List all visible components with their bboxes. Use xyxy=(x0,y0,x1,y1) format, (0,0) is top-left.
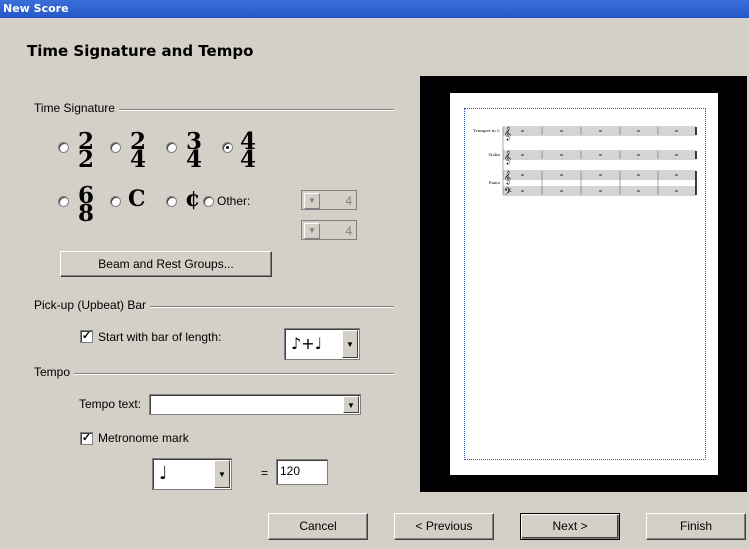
other-bottom-dropdown-icon[interactable]: ▼ xyxy=(304,223,320,239)
other-top-dropdown-icon[interactable]: ▼ xyxy=(304,193,320,209)
radio-3-4[interactable] xyxy=(166,142,177,153)
chevron-down-icon[interactable]: ▼ xyxy=(214,460,230,488)
svg-text:𝄞: 𝄞 xyxy=(504,170,511,184)
svg-text:𝄞: 𝄞 xyxy=(504,126,511,140)
previous-button[interactable]: < Previous xyxy=(394,513,494,540)
timesig-6-8: 68 xyxy=(77,182,94,227)
metronome-mark-label: Metronome mark xyxy=(98,431,189,445)
pickup-length-value: ♪+♩ xyxy=(291,334,323,353)
radio-4-4[interactable] xyxy=(222,142,233,153)
preview-page: 𝄞 𝄞 𝄞 𝄢 Trumpet in C Violin Piano xyxy=(450,93,718,475)
tempo-group-label: Tempo xyxy=(34,365,75,379)
beam-rest-groups-button[interactable]: Beam and Rest Groups... xyxy=(60,251,272,277)
other-top-field[interactable]: ▼ 4 xyxy=(301,190,357,210)
score-preview: 𝄞 𝄞 𝄞 𝄢 Trumpet in C Violin Piano xyxy=(420,76,747,492)
tempo-divider xyxy=(34,373,394,375)
start-with-bar-checkbox[interactable]: ✓ xyxy=(80,330,93,343)
common-time-symbol: C xyxy=(128,186,146,212)
radio-2-4[interactable] xyxy=(110,142,121,153)
pickup-group-label: Pick-up (Upbeat) Bar xyxy=(34,298,151,312)
equals-sign: = xyxy=(261,466,269,480)
timesig-2-2: 22 xyxy=(77,128,94,173)
chevron-down-icon[interactable]: ▼ xyxy=(343,396,359,413)
tempo-text-label: Tempo text: xyxy=(79,397,142,411)
start-with-bar-label: Start with bar of length: xyxy=(98,330,222,344)
cancel-button[interactable]: Cancel xyxy=(268,513,368,540)
radio-2-2[interactable] xyxy=(58,142,69,153)
bpm-input[interactable]: 120 xyxy=(276,459,328,485)
tempo-text-select[interactable]: ▼ xyxy=(149,394,361,415)
window-title: New Score xyxy=(3,2,69,15)
timesig-4-4: 44 xyxy=(239,128,256,173)
svg-text:𝄞: 𝄞 xyxy=(504,150,511,164)
other-bottom-field[interactable]: ▼ 4 xyxy=(301,220,357,240)
time-signature-group-label: Time Signature xyxy=(34,101,119,115)
svg-text:𝄢: 𝄢 xyxy=(504,186,512,200)
chevron-down-icon[interactable]: ▼ xyxy=(342,330,358,358)
metronome-note-select[interactable]: ♩ ▼ xyxy=(152,458,232,490)
timesig-2-4: 24 xyxy=(129,128,146,173)
metronome-note-value: ♩ xyxy=(159,463,168,484)
finish-button[interactable]: Finish xyxy=(646,513,746,540)
metronome-mark-checkbox[interactable]: ✓ xyxy=(80,432,93,445)
radio-cut-time[interactable] xyxy=(166,196,177,207)
radio-other[interactable] xyxy=(203,196,214,207)
radio-6-8[interactable] xyxy=(58,196,69,207)
preview-instrument-2: Violin xyxy=(488,152,500,157)
page-title: Time Signature and Tempo xyxy=(27,42,254,60)
cut-time-symbol: ¢ xyxy=(185,186,201,212)
next-button[interactable]: Next > xyxy=(520,513,620,540)
preview-instrument-1: Trumpet in C xyxy=(473,128,500,133)
preview-instrument-3: Piano xyxy=(488,180,500,185)
radio-common-time[interactable] xyxy=(110,196,121,207)
other-label: Other: xyxy=(217,194,251,208)
window-title-bar: New Score xyxy=(0,0,749,18)
timesig-3-4: 34 xyxy=(185,128,202,173)
pickup-length-select[interactable]: ♪+♩ ▼ xyxy=(284,328,360,360)
